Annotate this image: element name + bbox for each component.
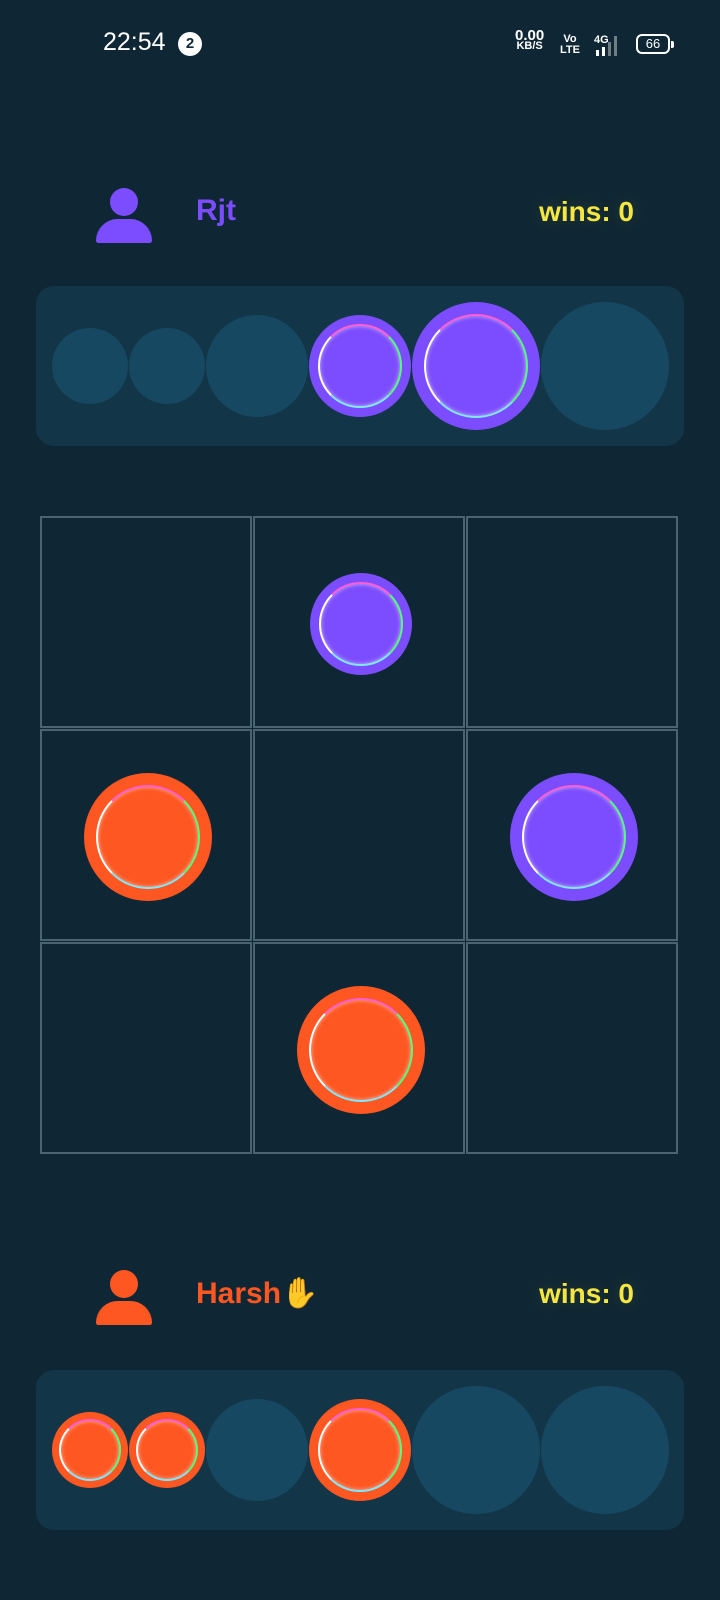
player-bottom-wins: wins: 0 [539, 1278, 634, 1309]
tray-slot-empty [129, 328, 205, 404]
clock: 22:54 [103, 28, 166, 56]
tray-piece-large[interactable] [412, 302, 540, 430]
turn-hand-icon: ✋ [281, 1277, 319, 1310]
tray-slot-empty [541, 302, 669, 430]
volte-bottom: LTE [560, 44, 580, 56]
network-speed: 0.00 KB/S [515, 28, 544, 52]
signal-icon: 4G [592, 32, 628, 56]
player-top-wins: wins: 0 [539, 196, 634, 227]
board-piece-harsh[interactable] [297, 986, 425, 1114]
tray-slot-empty [412, 1386, 540, 1514]
board-piece-rjt[interactable] [510, 773, 638, 901]
tray-slot-empty [52, 328, 128, 404]
volte-icon: Vo LTE [560, 34, 580, 56]
board-cell-3[interactable] [466, 516, 678, 728]
player-bottom-tray [36, 1370, 684, 1530]
player-bottom-header: Harsh✋ wins: 0 [0, 1256, 720, 1336]
board-piece-rjt[interactable] [310, 573, 412, 675]
board-cell-4[interactable] [40, 729, 252, 941]
person-icon [96, 188, 152, 244]
notification-badge: 2 [178, 32, 202, 56]
tray-piece-medium[interactable] [309, 1399, 411, 1501]
tray-slot-empty [206, 1399, 308, 1501]
board-cell-9[interactable] [466, 942, 678, 1154]
player-bottom-name-text: Harsh [196, 1277, 282, 1310]
status-bar: 22:54 2 0.00 KB/S Vo LTE 4G 66 [0, 0, 720, 90]
board-piece-harsh[interactable] [84, 773, 212, 901]
game-board [40, 516, 680, 1156]
board-cell-6[interactable] [466, 729, 678, 941]
tray-slot-empty [206, 315, 308, 417]
battery-icon: 66 [636, 34, 674, 54]
player-bottom-name: Harsh✋ [196, 1276, 318, 1311]
board-cell-2[interactable] [253, 516, 465, 728]
net-speed-unit: KB/S [516, 40, 543, 52]
tray-piece-medium[interactable] [309, 315, 411, 417]
board-cell-1[interactable] [40, 516, 252, 728]
board-cell-7[interactable] [40, 942, 252, 1154]
player-top-header: Rjt wins: 0 [0, 174, 720, 254]
person-icon [96, 1270, 152, 1326]
player-top-tray [36, 286, 684, 446]
player-top-name: Rjt [196, 194, 236, 227]
tray-piece-small[interactable] [52, 1412, 128, 1488]
board-cell-5[interactable] [253, 729, 465, 941]
tray-piece-small[interactable] [129, 1412, 205, 1488]
network-type: 4G [594, 34, 609, 46]
tray-slot-empty [541, 1386, 669, 1514]
board-cell-8[interactable] [253, 942, 465, 1154]
